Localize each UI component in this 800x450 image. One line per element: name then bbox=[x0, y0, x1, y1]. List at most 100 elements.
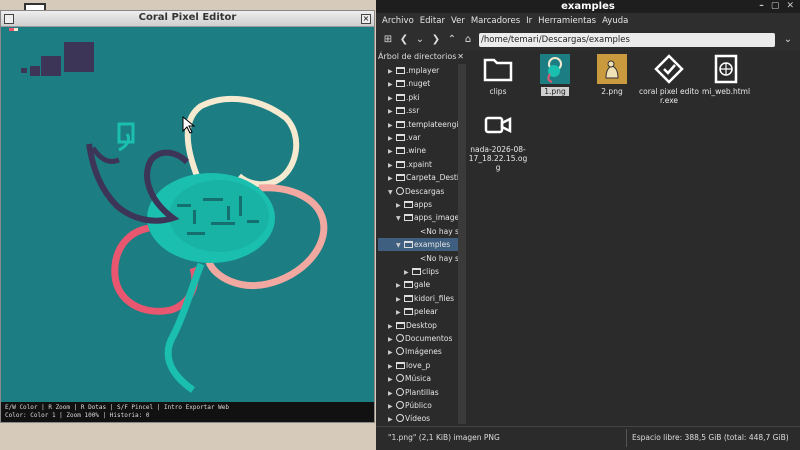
forward-icon[interactable]: ❯ bbox=[429, 33, 443, 47]
menu-ayuda[interactable]: Ayuda bbox=[602, 16, 628, 27]
tree-item[interactable]: ▶ Plantillas bbox=[378, 386, 458, 399]
tree-item[interactable]: ▶ Imágenes bbox=[378, 345, 458, 358]
tree-item[interactable]: ▶ Carpeta_Destino bbox=[378, 171, 458, 184]
file-name[interactable]: 1.png bbox=[541, 87, 569, 96]
collapsed-arrow-icon[interactable]: ▶ bbox=[396, 293, 404, 305]
html-icon[interactable] bbox=[711, 54, 741, 84]
menu-marcadores[interactable]: Marcadores bbox=[471, 16, 520, 27]
tree-item[interactable]: ▼ examples bbox=[378, 238, 458, 252]
tree-item[interactable]: <No hay su bbox=[378, 252, 458, 265]
collapsed-arrow-icon[interactable]: ▶ bbox=[396, 199, 404, 211]
file-item[interactable]: 1.png bbox=[525, 54, 585, 96]
menu-ir[interactable]: Ir bbox=[526, 16, 532, 27]
file-item[interactable]: coral pixel editor.exe bbox=[639, 54, 699, 105]
tree-item[interactable]: ▶ Público bbox=[378, 399, 458, 412]
up-icon[interactable]: ⌃ bbox=[445, 33, 459, 47]
collapsed-arrow-icon[interactable]: ▶ bbox=[388, 78, 396, 90]
collapsed-arrow-icon[interactable]: ▶ bbox=[388, 145, 396, 157]
collapsed-arrow-icon[interactable]: ▶ bbox=[388, 132, 396, 144]
back-icon[interactable]: ❮ bbox=[397, 33, 411, 47]
tree-scrollbar[interactable] bbox=[458, 64, 466, 424]
collapsed-arrow-icon[interactable]: ▶ bbox=[388, 119, 396, 131]
png-gold-icon[interactable] bbox=[597, 54, 627, 84]
coral-titlebar[interactable]: Coral Pixel Editor × bbox=[1, 11, 374, 27]
tree-item[interactable]: ▶ gale bbox=[378, 278, 458, 291]
home-icon[interactable]: ⌂ bbox=[461, 33, 475, 47]
expanded-arrow-icon[interactable]: ▼ bbox=[396, 239, 404, 251]
folder-icon bbox=[396, 67, 405, 74]
expanded-arrow-icon[interactable]: ▼ bbox=[388, 186, 396, 198]
tree-item[interactable]: ▶ Desktop bbox=[378, 319, 458, 332]
path-input[interactable]: /home/temari/Descargas/examples bbox=[479, 33, 775, 47]
pixel-canvas[interactable] bbox=[1, 28, 374, 402]
collapsed-arrow-icon[interactable]: ▶ bbox=[388, 413, 396, 424]
collapsed-arrow-icon[interactable]: ▶ bbox=[388, 346, 396, 358]
tree-item[interactable]: ▶ .templateengine bbox=[378, 118, 458, 131]
collapsed-arrow-icon[interactable]: ▶ bbox=[388, 333, 396, 345]
tree-item[interactable]: ▶ .ssr bbox=[378, 104, 458, 117]
collapsed-arrow-icon[interactable]: ▶ bbox=[388, 92, 396, 104]
exe-icon[interactable] bbox=[654, 54, 684, 84]
collapsed-arrow-icon[interactable]: ▶ bbox=[388, 172, 396, 184]
tree-item-label: gale bbox=[414, 280, 431, 290]
collapsed-arrow-icon[interactable]: ▶ bbox=[396, 306, 404, 318]
collapsed-arrow-icon[interactable]: ▶ bbox=[388, 360, 396, 372]
tree-item-label: Público bbox=[405, 401, 432, 410]
tree-item[interactable]: ▶ .nuget bbox=[378, 77, 458, 90]
tree-item[interactable]: ▶ love_p bbox=[378, 359, 458, 372]
collapsed-arrow-icon[interactable]: ▶ bbox=[388, 400, 396, 412]
png-teal-icon[interactable] bbox=[540, 54, 570, 84]
file-name[interactable]: coral pixel editor.exe bbox=[639, 87, 699, 105]
directory-tree[interactable]: ▶ .mplayer ▶ .nuget ▶ .pki ▶ .ssr ▶ .templateengi… bbox=[378, 64, 466, 424]
file-name[interactable]: clips bbox=[468, 87, 528, 96]
video-icon[interactable] bbox=[483, 112, 513, 142]
file-item[interactable]: mi_web.html bbox=[696, 54, 756, 96]
tree-item[interactable]: ▼ apps_imagenes bbox=[378, 211, 458, 224]
coral-status-keys: E/W Color | R Zoom | R Dotas | S/F Pince… bbox=[5, 404, 229, 411]
tree-item[interactable]: ▼ Descargas bbox=[378, 185, 458, 198]
menu-herramientas[interactable]: Herramientas bbox=[538, 16, 596, 27]
new-tab-icon[interactable]: ⊞ bbox=[381, 33, 395, 47]
free-space: Espacio libre: 388,5 GiB (total: 448,7 G… bbox=[632, 433, 789, 442]
collapsed-arrow-icon[interactable]: ▶ bbox=[388, 159, 396, 171]
tree-item[interactable]: ▶ Documentos bbox=[378, 332, 458, 345]
collapsed-arrow-icon[interactable]: ▶ bbox=[396, 279, 404, 291]
expanded-arrow-icon[interactable]: ▼ bbox=[396, 212, 404, 224]
file-item[interactable]: 2.png bbox=[582, 54, 642, 96]
menu-ver[interactable]: Ver bbox=[451, 16, 465, 27]
tree-item[interactable]: ▶ .mplayer bbox=[378, 64, 458, 77]
file-item[interactable]: nada-2026-08-17_18.22.15.ogg bbox=[468, 112, 528, 172]
file-name[interactable]: mi_web.html bbox=[696, 87, 756, 96]
file-name[interactable]: 2.png bbox=[582, 87, 642, 96]
collapsed-arrow-icon[interactable]: ▶ bbox=[388, 373, 396, 385]
tree-item[interactable]: ▶ .xpaint bbox=[378, 158, 458, 171]
tree-item[interactable]: ▶ apps bbox=[378, 198, 458, 211]
collapsed-arrow-icon[interactable]: ▶ bbox=[388, 65, 396, 77]
tree-item[interactable]: ▶ pelear bbox=[378, 305, 458, 318]
tree-item[interactable]: <No hay su bbox=[378, 225, 458, 238]
tree-item[interactable]: ▶ Vídeos bbox=[378, 412, 458, 424]
fm-titlebar[interactable]: examples – ▢ ✕ bbox=[376, 0, 800, 13]
sidebar-close-icon[interactable]: ✕ bbox=[457, 52, 464, 61]
collapsed-arrow-icon[interactable]: ▶ bbox=[404, 266, 412, 278]
tree-item[interactable]: ▶ kidori_files bbox=[378, 292, 458, 305]
path-go-icon[interactable]: ⌄ bbox=[781, 33, 795, 47]
folder-icon[interactable] bbox=[483, 54, 513, 84]
tree-item[interactable]: ▶ .pki bbox=[378, 91, 458, 104]
menu-editar[interactable]: Editar bbox=[420, 16, 445, 27]
history-down-icon[interactable]: ⌄ bbox=[413, 33, 427, 47]
file-view[interactable]: clips 1.png 2.png coral pixel editor.exe mi_… bbox=[468, 50, 798, 424]
tree-item[interactable]: ▶ Música bbox=[378, 372, 458, 385]
drawing[interactable] bbox=[1, 28, 374, 402]
tree-item[interactable]: ▶ .wine bbox=[378, 144, 458, 157]
collapsed-arrow-icon[interactable]: ▶ bbox=[388, 387, 396, 399]
file-name[interactable]: nada-2026-08-17_18.22.15.ogg bbox=[468, 145, 528, 172]
tree-item[interactable]: ▶ clips bbox=[378, 265, 458, 278]
tree-item[interactable]: ▶ .var bbox=[378, 131, 458, 144]
file-item[interactable]: clips bbox=[468, 54, 528, 96]
close-icon[interactable]: × bbox=[361, 14, 371, 24]
collapsed-arrow-icon[interactable]: ▶ bbox=[388, 105, 396, 117]
window-controls[interactable]: – ▢ ✕ bbox=[759, 0, 796, 13]
collapsed-arrow-icon[interactable]: ▶ bbox=[388, 320, 396, 332]
menu-archivo[interactable]: Archivo bbox=[382, 16, 414, 27]
